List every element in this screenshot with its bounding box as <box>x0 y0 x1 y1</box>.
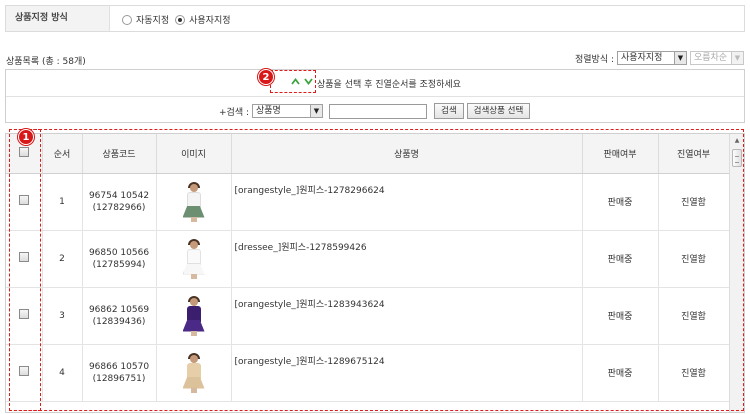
row-checkbox[interactable] <box>18 195 29 205</box>
select-all-checkbox[interactable] <box>18 146 29 157</box>
chevron-down-icon: ▼ <box>674 52 686 64</box>
assign-method-bar: 상품지정 방식 자동지정 사용자지정 <box>5 5 745 32</box>
row-image <box>156 287 232 345</box>
row-checkbox[interactable] <box>18 366 29 376</box>
sort-method-value: 사용자지정 <box>621 53 663 63</box>
product-code: 96862 10569 <box>88 304 150 315</box>
row-product-name: [orangestyle_]원피스-1283943624 <box>231 287 583 345</box>
product-table: 순서 상품코드 이미지 상품명 판매여부 진열여부 1 96754 10542(… <box>6 134 730 402</box>
row-product-name: [orangestyle_]원피스-1278296624 <box>231 173 583 231</box>
product-code: 96754 10542 <box>88 190 150 201</box>
sort-label: 정렬방식 : <box>574 54 614 65</box>
row-product-name: [orangestyle_]원피스-1289675124 <box>231 344 583 402</box>
search-field-select[interactable]: 상품명 ▼ <box>252 104 323 118</box>
row-product-name: [dressee_]원피스-1278599426 <box>231 230 583 288</box>
chevron-down-icon[interactable] <box>302 75 315 88</box>
vertical-scrollbar[interactable]: ▲ <box>729 134 744 412</box>
row-code: 96866 10570 (12896751) <box>82 344 157 402</box>
row-code: 96850 10566 (12785994) <box>82 230 157 288</box>
row-order: 2 <box>42 230 83 288</box>
row-order: 3 <box>42 287 83 345</box>
product-thumbnail[interactable] <box>176 295 212 336</box>
assign-method-radio-group: 자동지정 사용자지정 <box>122 13 237 26</box>
search-button[interactable]: 검색 <box>434 103 464 119</box>
product-code: 96850 10566 <box>88 247 150 258</box>
row-display-status: 진열함 <box>658 230 730 288</box>
select-search-results-button[interactable]: 검색상품 선택 <box>466 103 531 119</box>
search-field-value: 상품명 <box>256 106 281 116</box>
table-header-row: 순서 상품코드 이미지 상품명 판매여부 진열여부 <box>6 134 730 174</box>
sort-order-value: 오름차순 <box>694 53 728 63</box>
table-row[interactable]: 1 96754 10542 (12782966) [orangestyle_]원피… <box>6 173 730 231</box>
sort-order-select[interactable]: 오름차순 ▼ <box>690 51 744 65</box>
auto-assign-label[interactable]: 자동지정 <box>136 13 169 26</box>
row-image <box>156 230 232 288</box>
header-display-status: 진열여부 <box>658 134 730 174</box>
row-code: 96754 10542 (12782966) <box>82 173 157 231</box>
search-row: +검색 : 상품명 ▼ 검색 검색상품 선택 <box>219 103 531 119</box>
row-checkbox[interactable] <box>18 252 29 262</box>
row-display-status: 진열함 <box>658 287 730 345</box>
row-display-status: 진열함 <box>658 173 730 231</box>
header-name: 상품명 <box>231 134 583 174</box>
row-order: 1 <box>42 173 83 231</box>
product-code-sub: (12782966) <box>92 202 146 213</box>
row-sale-status: 판매중 <box>582 344 659 402</box>
header-code: 상품코드 <box>82 134 157 174</box>
product-code-sub: (12785994) <box>92 259 146 270</box>
row-sale-status: 판매중 <box>582 287 659 345</box>
search-label: +검색 : <box>219 107 249 118</box>
table-row[interactable]: 4 96866 10570 (12896751) [orangestyle_]원피… <box>6 344 730 402</box>
row-sale-status: 판매중 <box>582 173 659 231</box>
product-thumbnail[interactable] <box>176 352 212 393</box>
chevron-down-icon: ▼ <box>310 105 322 117</box>
scroll-up-icon[interactable]: ▲ <box>730 134 744 147</box>
auto-assign-radio[interactable] <box>122 14 132 25</box>
divider <box>6 96 744 97</box>
user-assign-label[interactable]: 사용자지정 <box>189 13 230 26</box>
search-input[interactable] <box>329 103 427 119</box>
product-code-sub: (12896751) <box>92 373 146 384</box>
row-order: 4 <box>42 344 83 402</box>
product-list-title: 상품목록 (총 : 58개) <box>6 57 86 67</box>
header-sale-status: 판매여부 <box>582 134 659 174</box>
move-arrows <box>289 75 315 88</box>
annotation-badge-1: 1 <box>18 129 34 145</box>
header-order: 순서 <box>42 134 83 174</box>
table-row[interactable]: 2 96850 10566 (12785994) [dressee_]원피스-12… <box>6 230 730 288</box>
sort-controls: 정렬방식 : 사용자지정 ▼ 오름차순 ▼ <box>575 51 744 65</box>
row-display-status: 진열함 <box>658 344 730 402</box>
header-image: 이미지 <box>156 134 232 174</box>
row-code: 96862 10569 (12839436) <box>82 287 157 345</box>
row-image <box>156 344 232 402</box>
annotation-badge-2: 2 <box>258 69 274 85</box>
product-grid: 순서 상품코드 이미지 상품명 판매여부 진열여부 1 96754 10542(… <box>5 133 745 413</box>
sort-method-select[interactable]: 사용자지정 ▼ <box>617 51 687 65</box>
table-row[interactable]: 3 96862 10569 (12839436) [orangestyle_]원피… <box>6 287 730 345</box>
product-code-sub: (12839436) <box>92 316 146 327</box>
product-thumbnail[interactable] <box>176 181 212 222</box>
product-code: 96866 10570 <box>88 361 150 372</box>
row-image <box>156 173 232 231</box>
move-instruction-text: 상품을 선택 후 진열순서를 조정하세요 <box>317 80 461 90</box>
control-box: 상품을 선택 후 진열순서를 조정하세요 +검색 : 상품명 ▼ 검색 검색상품… <box>5 69 745 123</box>
scroll-thumb[interactable] <box>732 149 742 167</box>
user-assign-radio[interactable] <box>175 14 186 25</box>
assign-method-label: 상품지정 방식 <box>6 6 110 31</box>
product-thumbnail[interactable] <box>176 238 212 279</box>
row-sale-status: 판매중 <box>582 230 659 288</box>
chevron-up-icon[interactable] <box>289 75 302 88</box>
row-checkbox[interactable] <box>18 309 29 319</box>
chevron-down-icon: ▼ <box>731 52 743 64</box>
